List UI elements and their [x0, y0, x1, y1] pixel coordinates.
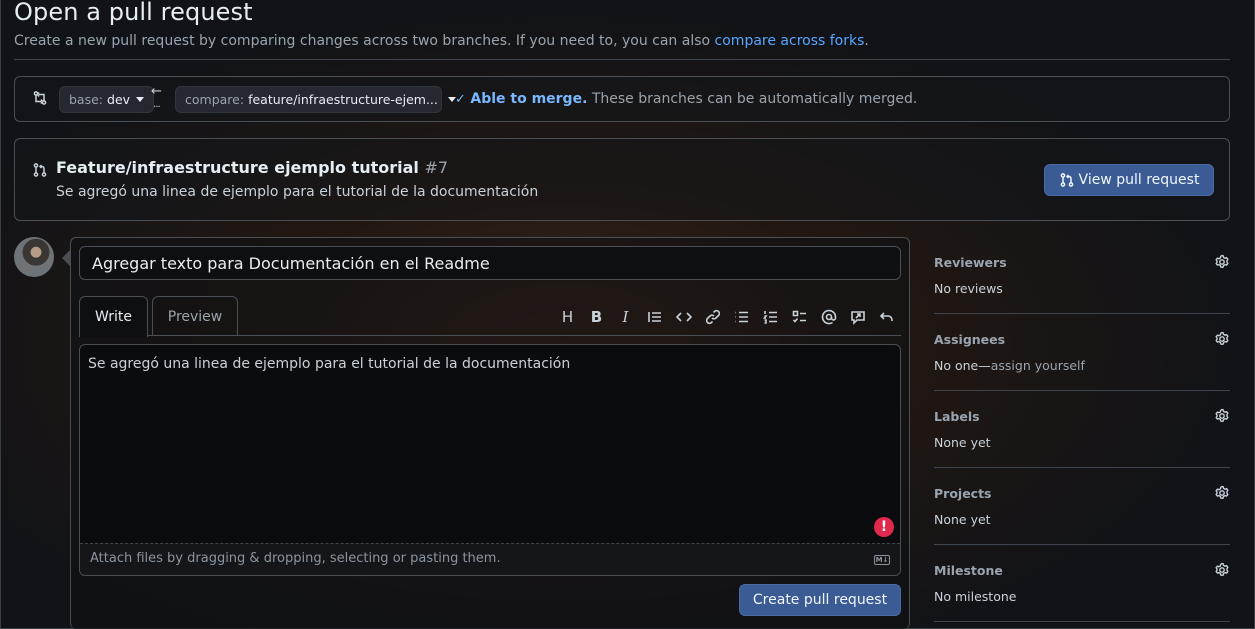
git-compare-icon [32, 90, 48, 110]
existing-pr-title[interactable]: Feature/infraestructure ejemplo tutorial… [56, 158, 448, 177]
tab-preview[interactable]: Preview [152, 296, 238, 336]
gear-icon[interactable] [1214, 331, 1230, 347]
pr-number: #7 [424, 158, 449, 177]
labels-label[interactable]: Labels [934, 409, 980, 424]
link-icon[interactable] [698, 306, 727, 328]
arrow-left-icon: ←... [151, 84, 162, 110]
alert-icon[interactable]: ! [874, 517, 894, 537]
existing-pr-box: Feature/infraestructure ejemplo tutorial… [14, 138, 1230, 221]
chevron-down-icon [136, 97, 145, 102]
markdown-icon[interactable]: M↓ [874, 555, 890, 565]
bold-icon[interactable]: B [582, 306, 611, 328]
page-title: Open a pull request [14, 0, 253, 26]
pr-body-textarea[interactable]: Se agregó una linea de ejemplo para el t… [79, 344, 901, 576]
assignees-label[interactable]: Assignees [934, 332, 1005, 347]
assignees-value: No one—assign yourself [934, 358, 1085, 373]
base-label: base: [69, 92, 104, 107]
compare-value: feature/infraestructure-ejem... [248, 92, 438, 107]
projects-value: None yet [934, 512, 991, 527]
assign-yourself-link[interactable]: assign yourself [991, 358, 1085, 373]
merge-status: ✓ Able to merge. These branches can be a… [455, 91, 917, 107]
undo-icon[interactable] [872, 306, 901, 328]
pr-editor: Agregar texto para Documentación en el R… [62, 237, 910, 629]
pr-body-text: Se agregó una linea de ejemplo para el t… [88, 356, 571, 372]
heading-icon[interactable]: H [553, 306, 582, 328]
check-icon: ✓ [455, 92, 466, 107]
gear-icon[interactable] [1214, 254, 1230, 270]
avatar[interactable] [14, 237, 54, 277]
editor-tabs: Write Preview H B I [79, 296, 901, 337]
create-pull-request-button[interactable]: Create pull request [739, 584, 901, 616]
compare-forks-link[interactable]: compare across forks [715, 33, 865, 49]
page-subtitle: Create a new pull request by comparing c… [14, 33, 869, 49]
milestone-label[interactable]: Milestone [934, 563, 1003, 578]
pr-title-text: Feature/infraestructure ejemplo tutorial [56, 158, 419, 177]
subtitle-end: . [864, 33, 869, 49]
reference-icon[interactable] [843, 306, 872, 328]
reviewers-value: No reviews [934, 281, 1003, 296]
merge-detail-text: These branches can be automatically merg… [591, 91, 918, 107]
tab-write[interactable]: Write [79, 296, 148, 337]
task-list-icon[interactable] [785, 306, 814, 328]
base-value: dev [107, 92, 131, 107]
attach-files-hint[interactable]: Attach files by dragging & dropping, sel… [80, 543, 900, 575]
assignees-none: No one— [934, 358, 991, 373]
divider [934, 313, 1230, 314]
gear-icon[interactable] [1214, 408, 1230, 424]
existing-pr-description: Se agregó una linea de ejemplo para el t… [56, 184, 539, 200]
compare-label: compare: [185, 92, 245, 107]
divider [934, 621, 1230, 622]
gear-icon[interactable] [1214, 562, 1230, 578]
view-pr-label: View pull request [1078, 172, 1200, 188]
labels-value: None yet [934, 435, 991, 450]
git-pull-request-icon [32, 162, 48, 182]
unordered-list-icon[interactable] [727, 306, 756, 328]
projects-label[interactable]: Projects [934, 486, 992, 501]
divider [934, 390, 1230, 391]
merge-ok-text: Able to merge. [470, 91, 588, 107]
base-branch-select[interactable]: base: dev [59, 86, 155, 113]
reviewers-label[interactable]: Reviewers [934, 255, 1007, 270]
code-icon[interactable] [669, 306, 698, 328]
range-editor: base: dev ←... compare: feature/infraest… [14, 76, 1230, 122]
milestone-value: No milestone [934, 589, 1017, 604]
quote-icon[interactable] [640, 306, 669, 328]
divider [934, 544, 1230, 545]
mention-icon[interactable] [814, 306, 843, 328]
italic-icon[interactable]: I [611, 306, 640, 328]
subtitle-text: Create a new pull request by comparing c… [14, 33, 711, 49]
gear-icon[interactable] [1214, 485, 1230, 501]
divider [14, 59, 1230, 60]
pr-title-input[interactable]: Agregar texto para Documentación en el R… [79, 246, 901, 280]
compare-branch-select[interactable]: compare: feature/infraestructure-ejem... [175, 86, 456, 113]
markdown-toolbar: H B I [553, 306, 901, 328]
ordered-list-icon[interactable] [756, 306, 785, 328]
view-pull-request-button[interactable]: View pull request [1044, 164, 1214, 196]
git-pull-request-icon [1060, 173, 1073, 187]
pr-sidebar: Reviewers No reviews Assignees No one—as… [934, 254, 1230, 624]
divider [934, 467, 1230, 468]
